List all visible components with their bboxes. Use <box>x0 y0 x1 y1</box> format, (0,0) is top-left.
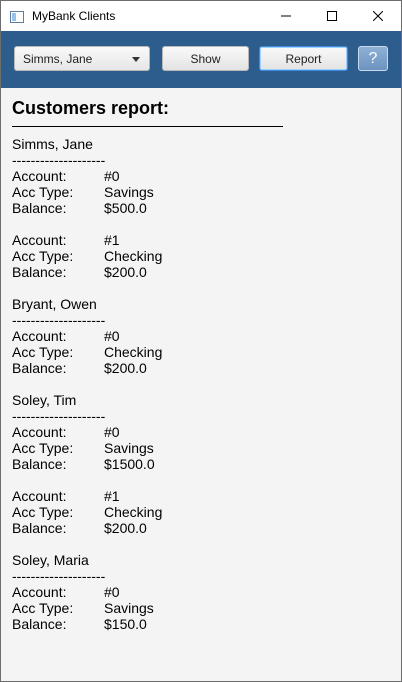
acc-type-row: Acc Type: Savings <box>12 600 162 616</box>
acc-type-label: Acc Type: <box>12 504 74 520</box>
maximize-button[interactable] <box>309 1 355 31</box>
account-type: Savings <box>104 440 154 456</box>
account-row: Account: #1 <box>12 488 162 504</box>
account-label: Account: <box>12 232 67 248</box>
acc-type-row: Acc Type: Savings <box>12 440 162 456</box>
account-label: Account: <box>12 584 67 600</box>
account-row: Account: #0 <box>12 424 162 440</box>
separator-text: -------------------- <box>12 568 106 584</box>
balance-label: Balance: <box>12 264 67 280</box>
account-label: Account: <box>12 488 67 504</box>
acc-type-row: Acc Type: Checking <box>12 248 162 264</box>
customer-name: Simms, Jane <box>12 136 162 152</box>
window-title: MyBank Clients <box>32 9 116 23</box>
customer-name: Bryant, Owen <box>12 296 162 312</box>
customer-name-text: Simms, Jane <box>12 136 93 152</box>
balance-row: Balance: $1500.0 <box>12 456 162 472</box>
toolbar: Simms, Jane Show Report ? <box>1 31 401 88</box>
acc-type-label: Acc Type: <box>12 344 74 360</box>
account-number: #0 <box>104 424 120 440</box>
account-balance: $1500.0 <box>104 456 155 472</box>
title-divider <box>12 126 283 127</box>
account-row: Account: #1 <box>12 232 162 248</box>
minimize-button[interactable] <box>263 1 309 31</box>
account-label: Account: <box>12 424 67 440</box>
customer-separator: -------------------- <box>12 312 162 328</box>
acc-type-label: Acc Type: <box>12 600 74 616</box>
account-type: Checking <box>104 344 163 360</box>
acc-type-row: Acc Type: Savings <box>12 184 162 200</box>
account-number: #1 <box>104 488 120 504</box>
account-balance: $150.0 <box>104 616 147 632</box>
balance-label: Balance: <box>12 456 67 472</box>
account-number: #1 <box>104 232 120 248</box>
customer-separator: -------------------- <box>12 408 162 424</box>
title-bar: MyBank Clients <box>1 1 401 31</box>
account-number: #0 <box>104 168 120 184</box>
client-select[interactable]: Simms, Jane <box>14 46 150 71</box>
customer-name: Soley, Maria <box>12 552 162 568</box>
minimize-icon <box>281 15 291 17</box>
client-select-value: Simms, Jane <box>23 52 93 66</box>
separator-text: -------------------- <box>12 408 106 424</box>
app-icon <box>10 10 24 23</box>
separator-text: -------------------- <box>12 312 106 328</box>
account-row: Account: #0 <box>12 168 162 184</box>
customer-separator: -------------------- <box>12 568 162 584</box>
account-balance: $200.0 <box>104 520 147 536</box>
report-button[interactable]: Report <box>259 46 348 71</box>
customer-separator: -------------------- <box>12 152 162 168</box>
account-type: Checking <box>104 504 163 520</box>
account-row: Account: #0 <box>12 328 162 344</box>
account-type: Savings <box>104 600 154 616</box>
customer-name-text: Soley, Maria <box>12 552 89 568</box>
account-type: Savings <box>104 184 154 200</box>
balance-label: Balance: <box>12 360 67 376</box>
account-label: Account: <box>12 168 67 184</box>
acc-type-label: Acc Type: <box>12 440 74 456</box>
balance-row: Balance: $200.0 <box>12 360 162 376</box>
maximize-icon <box>327 11 337 21</box>
account-number: #0 <box>104 584 120 600</box>
customer-name-text: Soley, Tim <box>12 392 77 408</box>
balance-label: Balance: <box>12 200 67 216</box>
acc-type-label: Acc Type: <box>12 184 74 200</box>
account-label: Account: <box>12 328 67 344</box>
acc-type-row: Acc Type: Checking <box>12 504 162 520</box>
close-button[interactable] <box>355 1 401 31</box>
acc-type-label: Acc Type: <box>12 248 74 264</box>
report-title: Customers report: <box>12 98 170 118</box>
account-number: #0 <box>104 328 120 344</box>
account-balance: $200.0 <box>104 264 147 280</box>
balance-label: Balance: <box>12 616 67 632</box>
balance-row: Balance: $200.0 <box>12 264 162 280</box>
separator-text: -------------------- <box>12 152 106 168</box>
acc-type-row: Acc Type: Checking <box>12 344 162 360</box>
customer-name-text: Bryant, Owen <box>12 296 97 312</box>
app-window: MyBank Clients Simms, Jane Show Report ?… <box>0 0 402 682</box>
balance-row: Balance: $500.0 <box>12 200 162 216</box>
show-button[interactable]: Show <box>162 46 249 71</box>
account-balance: $200.0 <box>104 360 147 376</box>
report-body: Simms, Jane -------------------- Account: #… <box>12 136 162 632</box>
balance-row: Balance: $150.0 <box>12 616 162 632</box>
balance-row: Balance: $200.0 <box>12 520 162 536</box>
chevron-down-icon <box>132 57 140 62</box>
account-type: Checking <box>104 248 163 264</box>
account-row: Account: #0 <box>12 584 162 600</box>
help-button[interactable]: ? <box>358 46 388 71</box>
customer-name: Soley, Tim <box>12 392 162 408</box>
close-icon <box>373 11 383 21</box>
account-balance: $500.0 <box>104 200 147 216</box>
balance-label: Balance: <box>12 520 67 536</box>
